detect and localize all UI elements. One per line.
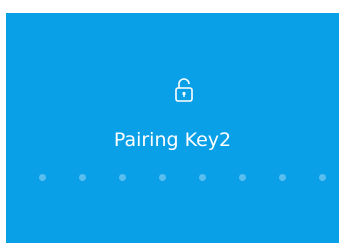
pin-dot bbox=[159, 174, 166, 181]
pin-dot bbox=[119, 174, 126, 181]
pin-dot bbox=[199, 174, 206, 181]
pin-dot bbox=[319, 174, 326, 181]
pin-dots bbox=[6, 174, 339, 184]
pin-dot bbox=[79, 174, 86, 181]
lock-icon bbox=[174, 77, 194, 103]
pin-dot bbox=[39, 174, 46, 181]
pairing-screen: Pairing Key2 bbox=[6, 13, 339, 243]
pin-dot bbox=[239, 174, 246, 181]
pin-dot bbox=[279, 174, 286, 181]
page-title: Pairing Key2 bbox=[113, 129, 232, 151]
